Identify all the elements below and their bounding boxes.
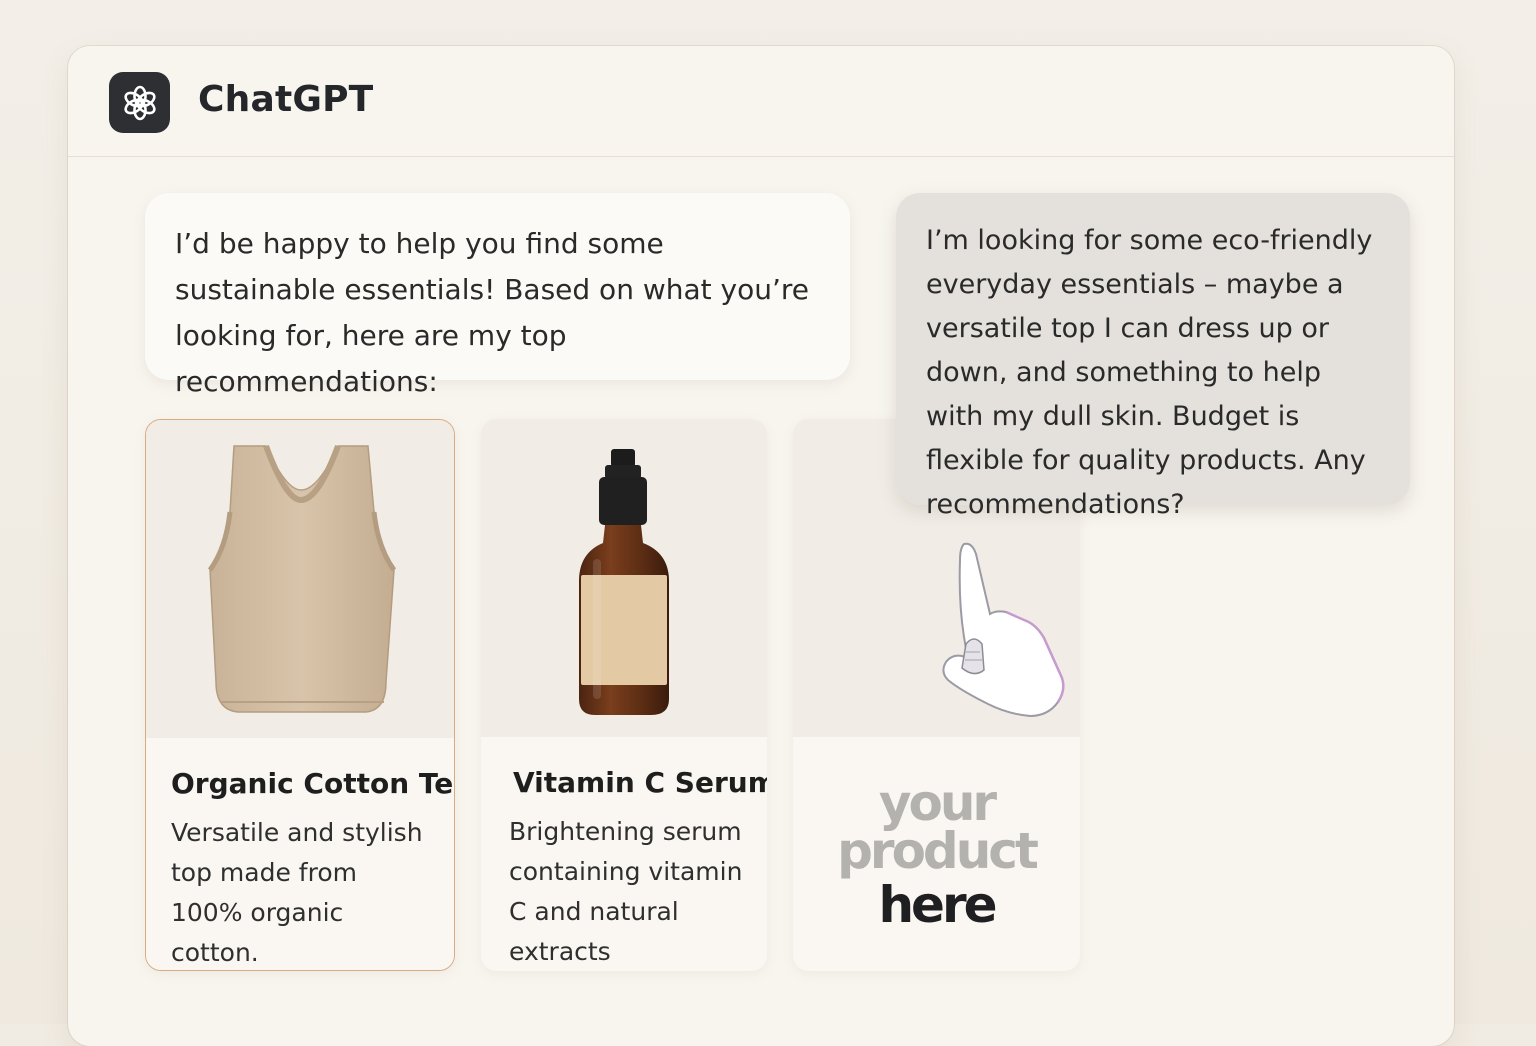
app-header: ChatGPT	[68, 46, 1454, 157]
product-image	[481, 419, 767, 737]
product-card-vitamin-c-serum[interactable]: Vitamin C Serum Brightening serum contai…	[481, 419, 767, 971]
user-message: I’m looking for some eco-friendly everyd…	[896, 193, 1410, 520]
openai-logo-icon[interactable]	[109, 72, 170, 133]
chat-window: ChatGPT I’d be happy to help you find so…	[68, 46, 1454, 1046]
product-description: Versatile and stylish top made from 100%…	[171, 818, 423, 967]
product-title: Vitamin C Serum	[513, 766, 767, 799]
placeholder-line: product	[837, 822, 1039, 880]
placeholder-line: here	[878, 876, 997, 934]
serum-bottle-icon	[579, 449, 669, 715]
placeholder-line: your	[878, 774, 997, 832]
assistant-message: I’d be happy to help you find some susta…	[145, 193, 850, 398]
product-description: Brightening serum containing vitamin C a…	[509, 817, 743, 966]
pointing-hand-cursor-icon	[942, 542, 1065, 718]
product-card-organic-cotton-tee[interactable]: Organic Cotton Tee Versatile and stylish…	[145, 419, 455, 971]
tank-top-icon	[207, 444, 397, 713]
product-title: Organic Cotton Tee	[171, 767, 455, 800]
product-image	[146, 420, 454, 738]
app-title: ChatGPT	[198, 79, 374, 120]
